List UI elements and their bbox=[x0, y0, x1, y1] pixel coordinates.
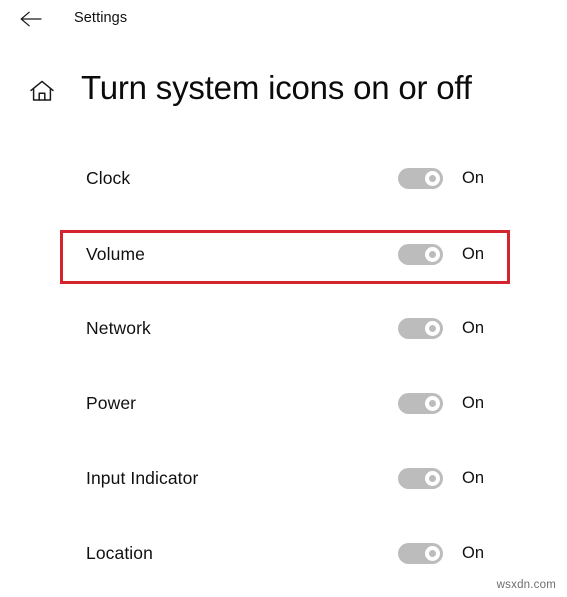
toggle-state-label: On bbox=[462, 319, 485, 337]
toggle-state-label: On bbox=[462, 469, 485, 487]
setting-row-network: Network On bbox=[86, 313, 506, 343]
toggle-switch-network[interactable] bbox=[398, 317, 443, 339]
toggle-knob bbox=[425, 246, 440, 262]
toggle-knob bbox=[425, 170, 440, 186]
toggle-switch-volume[interactable] bbox=[398, 243, 443, 265]
toggle-state-label: On bbox=[462, 169, 485, 187]
toggle-state-label: On bbox=[462, 394, 485, 412]
toggle-state-label: On bbox=[462, 245, 485, 263]
toggle-switch-clock[interactable] bbox=[398, 167, 443, 189]
toggle-knob bbox=[425, 395, 440, 411]
toggle-switch-location[interactable] bbox=[398, 542, 443, 564]
toggle-switch-power[interactable] bbox=[398, 392, 443, 414]
setting-label: Network bbox=[86, 318, 151, 338]
setting-row-power: Power On bbox=[86, 388, 506, 418]
watermark: wsxdn.com bbox=[496, 579, 556, 591]
setting-label: Clock bbox=[86, 168, 131, 188]
setting-label: Input Indicator bbox=[86, 468, 199, 488]
setting-label: Power bbox=[86, 393, 137, 413]
system-icons-list: Clock On Volume On Network On Power On I… bbox=[0, 0, 567, 597]
toggle-knob bbox=[425, 545, 440, 561]
toggle-knob bbox=[425, 320, 440, 336]
setting-label: Location bbox=[86, 543, 153, 563]
toggle-switch-input-indicator[interactable] bbox=[398, 467, 443, 489]
setting-row-location: Location On bbox=[86, 538, 506, 568]
setting-label: Volume bbox=[86, 244, 145, 264]
toggle-state-label: On bbox=[462, 544, 485, 562]
setting-row-clock: Clock On bbox=[86, 163, 506, 193]
setting-row-volume: Volume On bbox=[86, 239, 506, 269]
toggle-knob bbox=[425, 470, 440, 486]
setting-row-input-indicator: Input Indicator On bbox=[86, 463, 506, 493]
